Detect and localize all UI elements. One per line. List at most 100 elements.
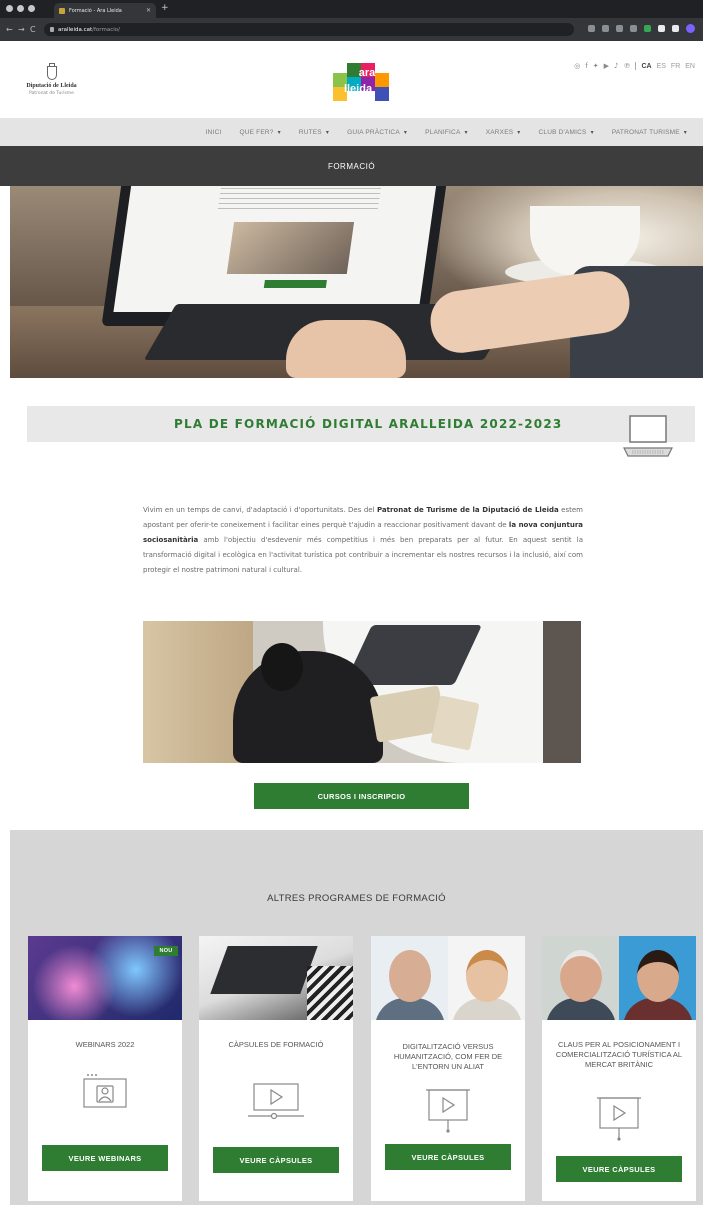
reload-icon[interactable]: C: [30, 25, 36, 34]
speaker-photo-2: [619, 936, 696, 1020]
browser-tab[interactable]: Formació - Ara Lleida ✕: [54, 3, 156, 18]
card-capsules[interactable]: CÀPSULES DE FORMACIÓ VEURE CÀPSULES: [199, 936, 353, 1201]
diputacio-logo[interactable]: Diputació de Lleida Patronat de Turisme: [14, 63, 89, 96]
card-webinars[interactable]: NOU WEBINARS 2022 VEURE WEBINARS: [28, 936, 182, 1201]
lang-en[interactable]: EN: [685, 63, 695, 70]
card-image[interactable]: [371, 936, 525, 1020]
card-digitalitzacio[interactable]: DIGITALITZACIÓ VERSUS HUMANITZACIÓ, COM …: [371, 936, 525, 1201]
card-image[interactable]: [199, 936, 353, 1020]
menu-item-rutes[interactable]: RUTES ▾: [299, 129, 329, 136]
video-player-icon: [248, 1083, 304, 1120]
menu-item-inici[interactable]: INICI: [206, 129, 222, 136]
zoom-icon[interactable]: [602, 25, 609, 32]
people-photo: [371, 936, 525, 1020]
browser-tab-bar: Formació - Ara Lleida ✕ +: [0, 0, 703, 18]
pla-title: PLA DE FORMACIÓ DIGITAL ARALLEIDA 2022-2…: [174, 417, 563, 431]
card-title[interactable]: DIGITALITZACIÓ VERSUS HUMANITZACIÓ, COM …: [377, 1042, 519, 1072]
puzzle-icon[interactable]: [658, 25, 665, 32]
speaker-face: [388, 950, 431, 1002]
new-tab-icon[interactable]: +: [161, 3, 169, 13]
intro-text-part: amb l'objectiu d'esdevenir més competiti…: [143, 536, 583, 574]
hero-screen-content: [113, 186, 437, 312]
veure-capsules-button[interactable]: VEURE CÀPSULES: [385, 1144, 511, 1170]
video-screen-icon: [426, 1089, 470, 1133]
pinterest-icon[interactable]: ℗: [623, 62, 630, 70]
menu-item-club-damics[interactable]: CLUB D'AMICS ▾: [539, 129, 594, 136]
tab-close-icon[interactable]: ✕: [146, 7, 151, 14]
menu-label: INICI: [205, 129, 222, 136]
sidebar-icon[interactable]: [672, 25, 679, 32]
webinar-user-icon: [83, 1074, 127, 1108]
card-title[interactable]: WEBINARS 2022: [34, 1040, 176, 1050]
share-icon[interactable]: [616, 25, 623, 32]
maximize-window-icon[interactable]: [28, 5, 35, 12]
altres-title: ALTRES PROGRAMES DE FORMACIÓ: [267, 893, 446, 904]
speaker-face: [559, 950, 602, 1002]
lang-fr[interactable]: FR: [671, 63, 680, 70]
menu-label: CLUB D'AMICS: [538, 129, 587, 136]
card-title[interactable]: CLAUS PER AL POSICIONAMENT I COMERCIALIT…: [548, 1040, 690, 1070]
back-icon[interactable]: ←: [6, 25, 13, 34]
youtube-icon[interactable]: ▶: [604, 62, 609, 70]
lock-icon: [50, 27, 54, 32]
favicon-icon: [59, 7, 65, 14]
menu-item-planifica[interactable]: PLANIFICA ▾: [425, 129, 468, 136]
minimize-window-icon[interactable]: [17, 5, 24, 12]
address-bar: ← → C aralleida.cat/formacio/: [0, 18, 703, 41]
forward-icon[interactable]: →: [18, 25, 25, 34]
chevron-down-icon: ▾: [277, 130, 281, 136]
menu-item-patronat-turisme[interactable]: PATRONAT TURISME ▾: [612, 129, 687, 136]
hero-image: [10, 186, 703, 378]
card-mercat-britanic[interactable]: CLAUS PER AL POSICIONAMENT I COMERCIALIT…: [542, 936, 696, 1201]
tiktok-icon[interactable]: ♪: [614, 62, 618, 70]
cursos-inscripcio-button[interactable]: CURSOS I INSCRIPCIO: [254, 783, 469, 809]
lang-ca[interactable]: CA: [641, 63, 651, 70]
speaker-photo-1: [371, 936, 448, 1020]
aralleida-logo[interactable]: ara lleida: [331, 59, 391, 107]
profile-avatar[interactable]: [686, 24, 695, 33]
new-badge: NOU: [154, 946, 178, 956]
url-path: /formacio/: [92, 26, 120, 33]
window-controls[interactable]: [6, 5, 35, 12]
diputacio-subtitle: Patronat de Turisme: [29, 91, 74, 96]
chevron-down-icon: ▾: [590, 130, 594, 136]
instagram-icon[interactable]: ◎: [574, 62, 580, 70]
card-image[interactable]: NOU: [28, 936, 182, 1020]
veure-capsules-button[interactable]: VEURE CÀPSULES: [213, 1147, 339, 1173]
menu-item-xarxes[interactable]: XARXES ▾: [486, 129, 521, 136]
card-title[interactable]: CÀPSULES DE FORMACIÓ: [205, 1040, 347, 1050]
chevron-down-icon: ▾: [464, 130, 468, 136]
extensions-bar: [588, 24, 695, 33]
people-photo: [542, 936, 696, 1020]
logo-text-ara: ara: [359, 67, 376, 79]
photo-edge: [543, 621, 581, 763]
page-title-bar: FORMACIÓ: [0, 146, 703, 186]
hero-hand-left: [286, 320, 406, 378]
translate-icon[interactable]: [588, 25, 595, 32]
extension-icon[interactable]: [644, 25, 651, 32]
video-screen-icon: [597, 1097, 641, 1141]
speaker-face: [636, 950, 679, 1002]
menu-label: XARXES: [485, 129, 514, 136]
lang-es[interactable]: ES: [657, 63, 666, 70]
menu-label: QUE FER?: [239, 129, 274, 136]
veure-webinars-button[interactable]: VEURE WEBINARS: [42, 1145, 168, 1171]
twitter-icon[interactable]: ✦: [593, 62, 599, 70]
close-window-icon[interactable]: [6, 5, 13, 12]
pla-title-banner: PLA DE FORMACIÓ DIGITAL ARALLEIDA 2022-2…: [27, 406, 695, 442]
facebook-icon[interactable]: f: [585, 62, 587, 70]
menu-item-que-fer[interactable]: QUE FER? ▾: [239, 129, 280, 136]
url-field[interactable]: aralleida.cat/formacio/: [44, 23, 574, 36]
veure-capsules-button[interactable]: VEURE CÀPSULES: [556, 1156, 682, 1182]
speaker-photo-2: [448, 936, 525, 1020]
menu-item-guia-practica[interactable]: GUIA PRÀCTICA ▾: [347, 129, 407, 136]
card-image[interactable]: [542, 936, 696, 1020]
photo-head: [261, 643, 303, 691]
star-icon[interactable]: [630, 25, 637, 32]
menu-label: PATRONAT TURISME: [611, 129, 680, 136]
study-photo: [143, 621, 581, 763]
logo-text-lleida: lleida: [344, 83, 373, 95]
menu-label: RUTES: [298, 129, 322, 136]
intro-text-part: Vivim en un temps de canvi, d'adaptació …: [143, 506, 377, 514]
site-header: Diputació de Lleida Patronat de Turisme …: [0, 41, 703, 119]
